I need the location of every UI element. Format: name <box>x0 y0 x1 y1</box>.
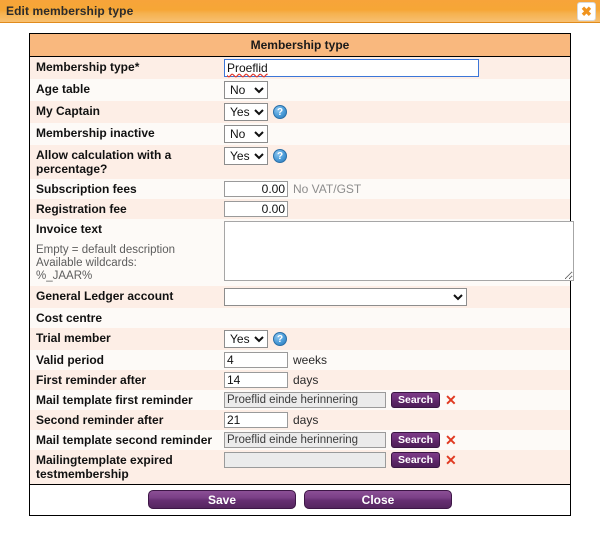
general-ledger-account-select[interactable] <box>224 288 467 306</box>
field-second-reminder-after: days <box>224 410 570 430</box>
mail-template-second-reminder-input[interactable] <box>224 432 386 448</box>
trial-member-select[interactable]: Yes <box>224 330 268 348</box>
mailtemplate-expired-input[interactable] <box>224 452 386 468</box>
label-second-reminder-after: Second reminder after <box>36 413 164 427</box>
invoice-text-hint: Empty = default description Available wi… <box>36 244 224 283</box>
invoice-hint-line-3: %_JAAR% <box>36 270 93 282</box>
section-header-membership-type: Membership type <box>30 34 570 57</box>
field-mail-template-first-reminder: Search ✕ <box>224 390 570 410</box>
field-first-reminder-after: days <box>224 370 570 390</box>
form-row-mailtemplate-expired: Mailingtemplate expired testmembership S… <box>30 450 570 484</box>
registration-fee-input[interactable] <box>224 201 288 217</box>
membership-type-input-value: Proeflid <box>227 61 268 75</box>
field-invoice-text <box>224 219 578 283</box>
label-general-ledger-account: General Ledger account <box>36 289 174 303</box>
membership-type-form: Membership type Membership type* Proefli… <box>29 33 574 516</box>
valid-period-input[interactable] <box>224 352 288 368</box>
search-button-first-reminder[interactable]: Search <box>391 392 441 408</box>
allow-percentage-select[interactable]: Yes <box>224 147 268 165</box>
second-reminder-after-input[interactable] <box>224 412 288 428</box>
form-row-valid-period: Valid period weeks <box>30 350 570 370</box>
invoice-text-textarea[interactable] <box>224 221 574 281</box>
label-invoice-text-main: Invoice text <box>36 222 103 236</box>
form-row-second-reminder-after: Second reminder after days <box>30 410 570 430</box>
field-membership-type: Proeflid <box>224 57 570 79</box>
form-row-subscription-fees: Subscription fees No VAT/GST <box>30 179 570 199</box>
subscription-fees-input[interactable] <box>224 181 288 197</box>
form-row-invoice-text: Invoice text Empty = default description… <box>30 219 574 286</box>
form-row-trial-member: Trial member Yes ? <box>30 328 570 350</box>
close-button[interactable]: Close <box>304 490 452 509</box>
valid-period-unit: weeks <box>293 353 328 367</box>
label-membership-type: Membership type* <box>36 60 140 74</box>
form-row-first-reminder-after: First reminder after days <box>30 370 570 390</box>
form-row-mail-template-second-reminder: Mail template second reminder Search ✕ <box>30 430 570 450</box>
invoice-hint-line-2: Available wildcards: <box>36 257 137 269</box>
field-my-captain: Yes ? <box>224 101 570 123</box>
save-button[interactable]: Save <box>148 490 296 509</box>
dialog-body: Membership type Membership type* Proefli… <box>0 23 600 534</box>
clear-icon-first-reminder[interactable]: ✕ <box>445 393 457 407</box>
label-mail-template-first-reminder: Mail template first reminder <box>36 393 193 407</box>
form-row-allow-percentage: Allow calculation with a percentage? Yes… <box>30 145 570 179</box>
form-actions: Save Close <box>30 484 570 515</box>
field-registration-fee <box>224 199 570 219</box>
help-icon-allow-percentage[interactable]: ? <box>273 149 287 163</box>
form-row-membership-type: Membership type* Proeflid <box>30 57 570 79</box>
help-icon-my-captain[interactable]: ? <box>273 105 287 119</box>
field-valid-period: weeks <box>224 350 570 370</box>
form-row-registration-fee: Registration fee <box>30 199 570 219</box>
label-mail-template-second-reminder: Mail template second reminder <box>36 433 213 447</box>
field-allow-percentage: Yes ? <box>224 145 570 167</box>
form-row-cost-centre: Cost centre <box>30 308 570 328</box>
field-mailtemplate-expired: Search ✕ <box>224 450 570 470</box>
field-age-table: No <box>224 79 570 101</box>
label-trial-member: Trial member <box>36 331 111 345</box>
label-age-table: Age table <box>36 82 91 96</box>
form-row-mail-template-first-reminder: Mail template first reminder Search ✕ <box>30 390 570 410</box>
field-cost-centre <box>224 308 570 324</box>
form-row-general-ledger-account: General Ledger account <box>30 286 570 308</box>
field-membership-inactive: No <box>224 123 570 145</box>
window-title: Edit membership type <box>6 4 134 18</box>
membership-inactive-select[interactable]: No <box>224 125 268 143</box>
second-reminder-after-unit: days <box>293 413 319 427</box>
label-mailtemplate-expired: Mailingtemplate expired testmembership <box>36 453 173 481</box>
clear-icon-second-reminder[interactable]: ✕ <box>445 433 457 447</box>
help-icon-trial-member[interactable]: ? <box>273 332 287 346</box>
window-titlebar: Edit membership type ✖ <box>0 0 600 23</box>
label-my-captain: My Captain <box>36 104 101 118</box>
label-cost-centre: Cost centre <box>36 311 103 325</box>
field-mail-template-second-reminder: Search ✕ <box>224 430 570 450</box>
label-membership-inactive: Membership inactive <box>36 126 155 140</box>
form-row-age-table: Age table No <box>30 79 570 101</box>
first-reminder-after-unit: days <box>293 373 319 387</box>
field-subscription-fees: No VAT/GST <box>224 179 570 199</box>
form-row-my-captain: My Captain Yes ? <box>30 101 570 123</box>
close-window-button[interactable]: ✖ <box>577 2 596 21</box>
form-row-membership-inactive: Membership inactive No <box>30 123 570 145</box>
age-table-select[interactable]: No <box>224 81 268 99</box>
my-captain-select[interactable]: Yes <box>224 103 268 121</box>
field-trial-member: Yes ? <box>224 328 570 350</box>
close-icon: ✖ <box>581 4 592 19</box>
field-general-ledger-account <box>224 286 570 308</box>
vat-note: No VAT/GST <box>293 182 362 196</box>
clear-icon-expired[interactable]: ✕ <box>445 453 457 467</box>
membership-type-input[interactable]: Proeflid <box>224 59 479 77</box>
label-subscription-fees: Subscription fees <box>36 182 137 196</box>
label-first-reminder-after: First reminder after <box>36 373 147 387</box>
search-button-expired[interactable]: Search <box>391 452 441 468</box>
label-invoice-text: Invoice text Empty = default description… <box>30 219 224 286</box>
label-registration-fee: Registration fee <box>36 202 127 216</box>
search-button-second-reminder[interactable]: Search <box>391 432 441 448</box>
invoice-hint-line-1: Empty = default description <box>36 244 176 256</box>
mail-template-first-reminder-input[interactable] <box>224 392 386 408</box>
label-valid-period: Valid period <box>36 353 105 367</box>
first-reminder-after-input[interactable] <box>224 372 288 388</box>
label-allow-percentage: Allow calculation with a percentage? <box>36 148 172 176</box>
